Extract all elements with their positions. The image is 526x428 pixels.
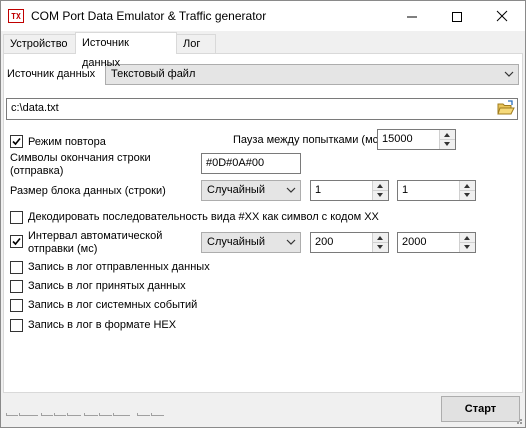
tab-log[interactable]: Лог xyxy=(176,34,216,53)
block-min-spin-buttons xyxy=(372,181,388,200)
arrow-down-icon xyxy=(444,142,450,146)
file-path-value: c:\data.txt xyxy=(11,102,59,114)
minimize-icon xyxy=(406,16,417,18)
title-bar[interactable]: TX COM Port Data Emulator & Traffic gene… xyxy=(1,1,525,31)
line-end-value: #0D#0A#00 xyxy=(206,157,265,169)
status-indicator xyxy=(41,413,53,416)
log-hex-checkbox[interactable] xyxy=(10,319,23,332)
block-size-mode-value: Случайный xyxy=(207,184,265,196)
status-indicator xyxy=(84,413,98,416)
pause-spinner[interactable]: 15000 xyxy=(377,129,456,150)
tab-device[interactable]: Устройство xyxy=(3,34,76,53)
interval-min-up-button[interactable] xyxy=(373,233,388,243)
block-max-down-button[interactable] xyxy=(460,191,475,200)
line-end-label: Символы окончания строки (отправка) xyxy=(10,152,151,177)
interval-mode-value: Случайный xyxy=(207,236,265,248)
app-icon: TX xyxy=(8,9,24,23)
close-icon xyxy=(496,10,507,22)
close-button[interactable] xyxy=(479,1,524,31)
status-indicator xyxy=(151,413,164,416)
log-received-checkbox[interactable] xyxy=(10,280,23,293)
arrow-up-icon xyxy=(464,184,470,188)
log-sent-checkbox[interactable] xyxy=(10,261,23,274)
repeat-checkbox[interactable] xyxy=(10,135,23,148)
status-indicator xyxy=(99,413,112,416)
interval-max-up-button[interactable] xyxy=(460,233,475,243)
window-title: COM Port Data Emulator & Traffic generat… xyxy=(31,9,267,23)
pause-label: Пауза между попытками (мс) xyxy=(233,134,382,146)
interval-mode-select[interactable]: Случайный xyxy=(201,232,301,253)
block-size-max-spinner[interactable]: 1 xyxy=(397,180,476,201)
chevron-down-icon xyxy=(286,187,296,193)
block-max-up-button[interactable] xyxy=(460,181,475,191)
arrow-up-icon xyxy=(464,236,470,240)
arrow-down-icon xyxy=(464,193,470,197)
log-system-checkbox[interactable] xyxy=(10,299,23,312)
status-indicator xyxy=(54,413,66,416)
block-size-min-value: 1 xyxy=(315,184,322,196)
arrow-up-icon xyxy=(377,184,383,188)
app-window: TX COM Port Data Emulator & Traffic gene… xyxy=(0,0,526,428)
pause-spin-buttons xyxy=(439,130,455,149)
maximize-icon xyxy=(451,12,462,23)
status-indicator xyxy=(19,413,38,416)
interval-min-down-button[interactable] xyxy=(373,243,388,252)
pause-value: 15000 xyxy=(382,133,413,145)
source-select[interactable]: Текстовый файл xyxy=(105,64,519,85)
repeat-label: Режим повтора xyxy=(28,136,106,148)
block-size-max-value: 1 xyxy=(402,184,409,196)
arrow-up-icon xyxy=(444,133,450,137)
interval-max-spin-buttons xyxy=(459,233,475,252)
minimize-button[interactable] xyxy=(389,1,434,31)
interval-max-value: 2000 xyxy=(402,236,427,248)
block-max-spin-buttons xyxy=(459,181,475,200)
decode-checkbox[interactable] xyxy=(10,211,23,224)
interval-max-spinner[interactable]: 2000 xyxy=(397,232,476,253)
source-select-value: Текстовый файл xyxy=(111,68,196,80)
checkmark-icon xyxy=(12,137,21,146)
chevron-down-icon xyxy=(286,239,296,245)
interval-min-spinner[interactable]: 200 xyxy=(310,232,389,253)
log-sent-label: Запись в лог отправленных данных xyxy=(28,261,210,273)
folder-open-icon xyxy=(497,100,515,115)
tab-data-source[interactable]: Источник данных xyxy=(75,32,177,69)
block-min-up-button[interactable] xyxy=(373,181,388,191)
status-indicator xyxy=(67,413,81,416)
checkmark-icon xyxy=(12,237,21,246)
start-button[interactable]: Старт xyxy=(441,396,520,422)
arrow-down-icon xyxy=(377,245,383,249)
status-indicator xyxy=(113,413,130,416)
pause-up-button[interactable] xyxy=(440,130,455,140)
block-size-mode-select[interactable]: Случайный xyxy=(201,180,301,201)
arrow-down-icon xyxy=(377,193,383,197)
status-indicator xyxy=(6,413,18,416)
arrow-up-icon xyxy=(377,236,383,240)
interval-min-value: 200 xyxy=(315,236,334,248)
interval-checkbox[interactable] xyxy=(10,235,23,248)
browse-button[interactable] xyxy=(497,100,515,117)
log-hex-label: Запись в лог в формате HEX xyxy=(28,319,177,331)
decode-label: Декодировать последовательность вида #XX… xyxy=(28,211,379,223)
log-received-label: Запись в лог принятых данных xyxy=(28,280,186,292)
chevron-down-icon xyxy=(504,71,514,77)
arrow-down-icon xyxy=(464,245,470,249)
log-system-label: Запись в лог системных событий xyxy=(28,299,198,311)
block-size-min-spinner[interactable]: 1 xyxy=(310,180,389,201)
resize-grip-icon[interactable] xyxy=(513,415,523,425)
block-min-down-button[interactable] xyxy=(373,191,388,200)
pause-down-button[interactable] xyxy=(440,140,455,149)
maximize-button[interactable] xyxy=(434,1,479,31)
file-path-field[interactable]: c:\data.txt xyxy=(6,98,518,120)
interval-label: Интервал автоматической отправки (мс) xyxy=(28,230,163,255)
interval-max-down-button[interactable] xyxy=(460,243,475,252)
block-size-label: Размер блока данных (строки) xyxy=(10,185,166,197)
status-indicator xyxy=(137,413,150,416)
line-end-field[interactable]: #0D#0A#00 xyxy=(201,153,301,174)
interval-min-spin-buttons xyxy=(372,233,388,252)
